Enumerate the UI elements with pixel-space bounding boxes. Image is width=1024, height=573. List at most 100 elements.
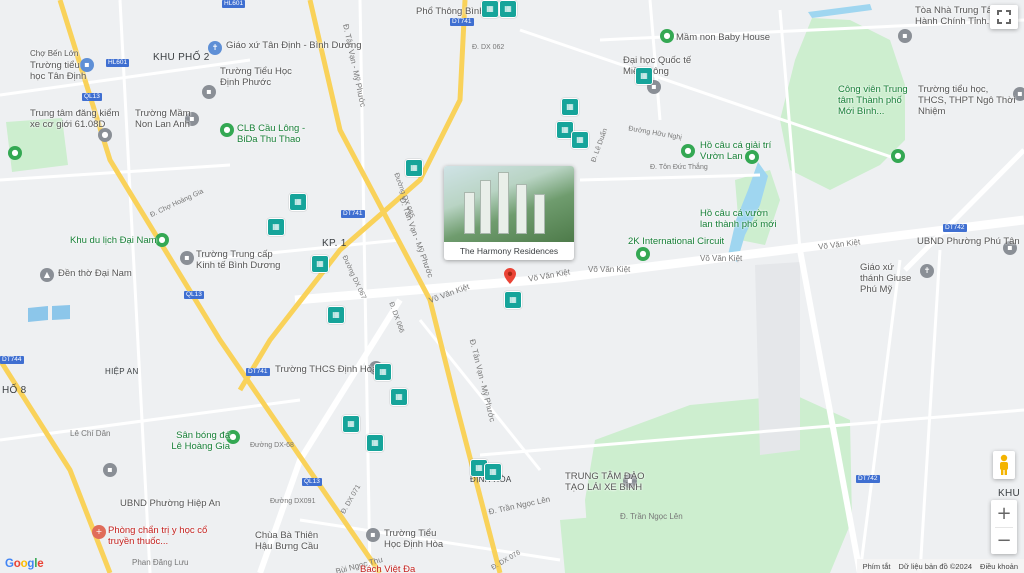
listing-marker[interactable]: ▦ [366,434,384,452]
poi-label[interactable]: TRUNG TÂM ĐÀO TẠO LÁI XE BÌNH [565,471,645,493]
road-label: Đ. Tôn Đức Thắng [650,164,708,171]
poi-label[interactable]: Bách Việt Đa [360,564,415,573]
poi-label[interactable]: UBND Phường Hiệp An [120,498,220,509]
zoom-in-button[interactable]: + [996,501,1011,527]
area-label: KP. 1 [322,238,347,249]
park-icon[interactable]: ● [8,146,22,160]
poi-label[interactable]: UBND Phường Phú Tân [917,236,1020,247]
route-shield: QL13 [302,478,322,486]
government-icon[interactable]: ▪ [103,463,117,477]
road-label: Đ. DX 062 [472,44,505,51]
poi-label[interactable]: Trường Tiểu Học Định Hòa [384,528,444,550]
area-label: HỐ 8 [2,385,27,396]
poi-label[interactable]: Trường Trung cấp Kinh tế Bình Dương [196,249,286,271]
church-icon[interactable]: ✝ [208,41,222,55]
road-label: Đ. Trần Ngọc Lên [620,512,683,521]
area-label: KHU PHỐ 2 [153,52,210,63]
zoom-control[interactable]: + − [991,500,1017,554]
poi-label[interactable]: Chùa Bà Thiên Hậu Bưng Cầu [255,530,335,552]
poi-label[interactable]: Giáo xứ Tân Định - Bình Dương [226,40,361,51]
road-label: Võ Văn Kiệt [588,265,631,274]
road-label: Đường DX091 [270,498,316,505]
route-shield: DT742 [943,224,967,232]
keyboard-shortcuts-link[interactable]: Phím tắt [863,562,891,571]
listing-marker[interactable]: ▦ [267,218,285,236]
listing-marker[interactable]: ▦ [499,0,517,18]
area-label: HIỆP AN [105,367,139,376]
poi-label[interactable]: Chợ Bến Lớn [30,48,78,59]
poi-label[interactable]: Công viên Trung tâm Thành phố Mới Bình..… [838,84,910,117]
area-label: KHU [998,488,1021,499]
poi-label[interactable]: Trường Mầm Non Lan Anh [135,108,195,130]
map-footer: Phím tắt Dữ liệu bản đồ ©2024 Điều khoản [856,559,1024,573]
school-icon[interactable]: ● [660,29,674,43]
map-data-attribution: Dữ liệu bản đồ ©2024 [898,561,973,571]
listing-marker[interactable]: ▦ [504,291,522,309]
circuit-icon[interactable]: ● [636,247,650,261]
poi-label[interactable]: Sân bóng đá Lê Hoàng Gia [170,430,230,452]
route-shield: QL13 [184,291,204,299]
fullscreen-button[interactable] [990,5,1018,29]
google-logo: Google [5,558,44,570]
road-label: Phan Đăng Lưu [132,558,189,567]
map-view[interactable]: KHU PHỐ 2 KP. 1 HIỆP AN HỐ 8 ĐỊNH HÒA KH… [0,0,1024,573]
listing-marker[interactable]: ▦ [635,67,653,85]
poi-label[interactable]: Phổ Thông Bình [416,6,485,17]
school-icon[interactable]: ▪ [366,528,380,542]
route-shield: HL601 [106,59,130,67]
poi-label[interactable]: Mầm non Baby House [676,32,770,43]
poi-label[interactable]: CLB Cầu Lông - BiDa Thu Thao [237,123,327,145]
poi-label[interactable]: Đại học Quốc tế Miền Đông [623,55,693,77]
terms-link[interactable]: Điều khoản [980,562,1018,571]
poi-label[interactable]: Trung tâm đăng kiểm xe cơ giới 61.08D [30,108,130,130]
listing-marker[interactable]: ▦ [390,388,408,406]
school-icon[interactable]: ▪ [202,85,216,99]
route-shield: DT741 [341,210,365,218]
property-title: The Harmony Residences [459,246,559,256]
zoom-out-button[interactable]: − [996,528,1011,554]
listing-marker[interactable]: ▦ [405,159,423,177]
poi-label[interactable]: Trường tiểu học, THCS, THPT Ngô Thời Nhi… [918,84,1018,117]
sports-icon[interactable]: ● [220,123,234,137]
route-shield: DT741 [246,368,270,376]
medical-icon[interactable]: + [92,525,106,539]
poi-label[interactable]: Đền thờ Đại Nam [58,268,132,279]
listing-marker[interactable]: ▦ [571,131,589,149]
listing-marker[interactable]: ▦ [481,0,499,18]
temple-icon[interactable]: ▲ [40,268,54,282]
poi-label[interactable]: Giáo xứ thánh Giuse Phú Mỹ [860,262,920,295]
listing-marker[interactable]: ▦ [311,255,329,273]
route-shield: DT744 [0,356,24,364]
location-pin-icon[interactable] [504,268,516,284]
poi-label[interactable]: Phòng chẩn trị y học cổ truyền thuốc... [108,525,208,547]
pegman-icon [1000,454,1008,475]
property-callout[interactable]: The Harmony Residences [444,166,574,260]
pegman-button[interactable] [993,451,1015,479]
school-icon[interactable]: ▪ [180,251,194,265]
route-shield: QL13 [82,93,102,101]
listing-marker[interactable]: ▦ [289,193,307,211]
listing-marker[interactable]: ▦ [484,463,502,481]
route-shield: DT742 [856,475,880,483]
poi-label[interactable]: Hồ câu cá giải trí Vườn Lan [700,140,780,162]
listing-marker[interactable]: ▦ [374,363,392,381]
poi-label[interactable]: Trường Tiểu Học Định Phước [220,66,300,88]
government-icon[interactable]: ▪ [898,29,912,43]
poi-label[interactable]: 2K International Circuit [628,236,724,247]
water-body [808,4,872,18]
road-label: Võ Văn Kiệt [700,254,743,263]
route-shield: HL601 [222,0,246,8]
listing-marker[interactable]: ▦ [327,306,345,324]
attraction-icon[interactable]: ● [155,233,169,247]
park-icon[interactable]: ● [891,149,905,163]
poi-label[interactable]: Trường tiểu học Tân Định [30,60,92,82]
poi-label[interactable]: Khu du lịch Đại Nam [70,235,157,246]
poi-label[interactable]: Trường THCS Định Hòa [275,364,377,375]
listing-marker[interactable]: ▦ [561,98,579,116]
fishing-icon[interactable]: ● [681,144,695,158]
poi-label[interactable]: Hồ câu cá vườn lan thành phố mới [700,208,780,230]
property-thumbnail [444,166,574,242]
service-icon[interactable]: ● [98,128,112,142]
listing-marker[interactable]: ▦ [342,415,360,433]
church-icon[interactable]: ✝ [920,264,934,278]
